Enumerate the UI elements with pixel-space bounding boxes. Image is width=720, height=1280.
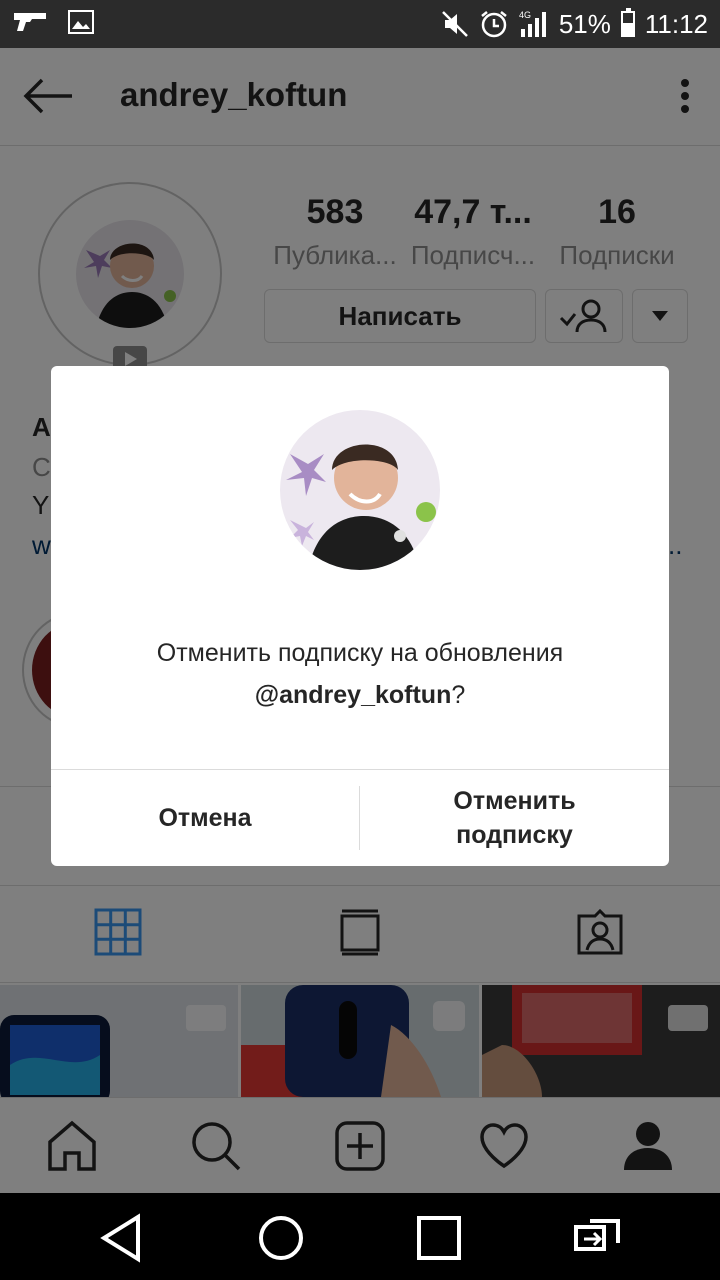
dialog-handle: @andrey_koftun [254,681,452,709]
battery-icon [620,8,635,37]
dialog-question-mark: ? [451,681,466,709]
status-bar: 4G 51% 11:12 [0,0,720,48]
mute-icon [441,11,468,37]
recents-square-icon[interactable] [414,1213,464,1263]
unfollow-label-line1: Отменить [453,787,576,815]
dialog-message-text: Отменить подписку на обновления [156,639,564,667]
unfollow-button[interactable]: Отменить подписку [360,770,669,866]
home-circle-icon[interactable] [256,1213,306,1263]
clock: 11:12 [644,8,708,39]
gun-icon [14,13,46,31]
svg-text:4G: 4G [519,10,531,20]
system-navigation-bar [0,1193,720,1280]
switch-apps-icon[interactable] [572,1213,622,1263]
dialog-avatar [280,410,440,570]
back-triangle-icon[interactable] [98,1213,148,1263]
unfollow-label-line2: подписку [456,821,573,849]
unfollow-dialog: Отменить подписку на обновления @andrey_… [51,366,669,866]
dialog-message: Отменить подписку на обновления @andrey_… [71,632,649,716]
image-icon [68,10,94,34]
cancel-button[interactable]: Отмена [51,770,359,866]
signal-icon: 4G [519,10,546,37]
battery-percent: 51% [558,8,611,39]
alarm-icon [481,11,507,38]
